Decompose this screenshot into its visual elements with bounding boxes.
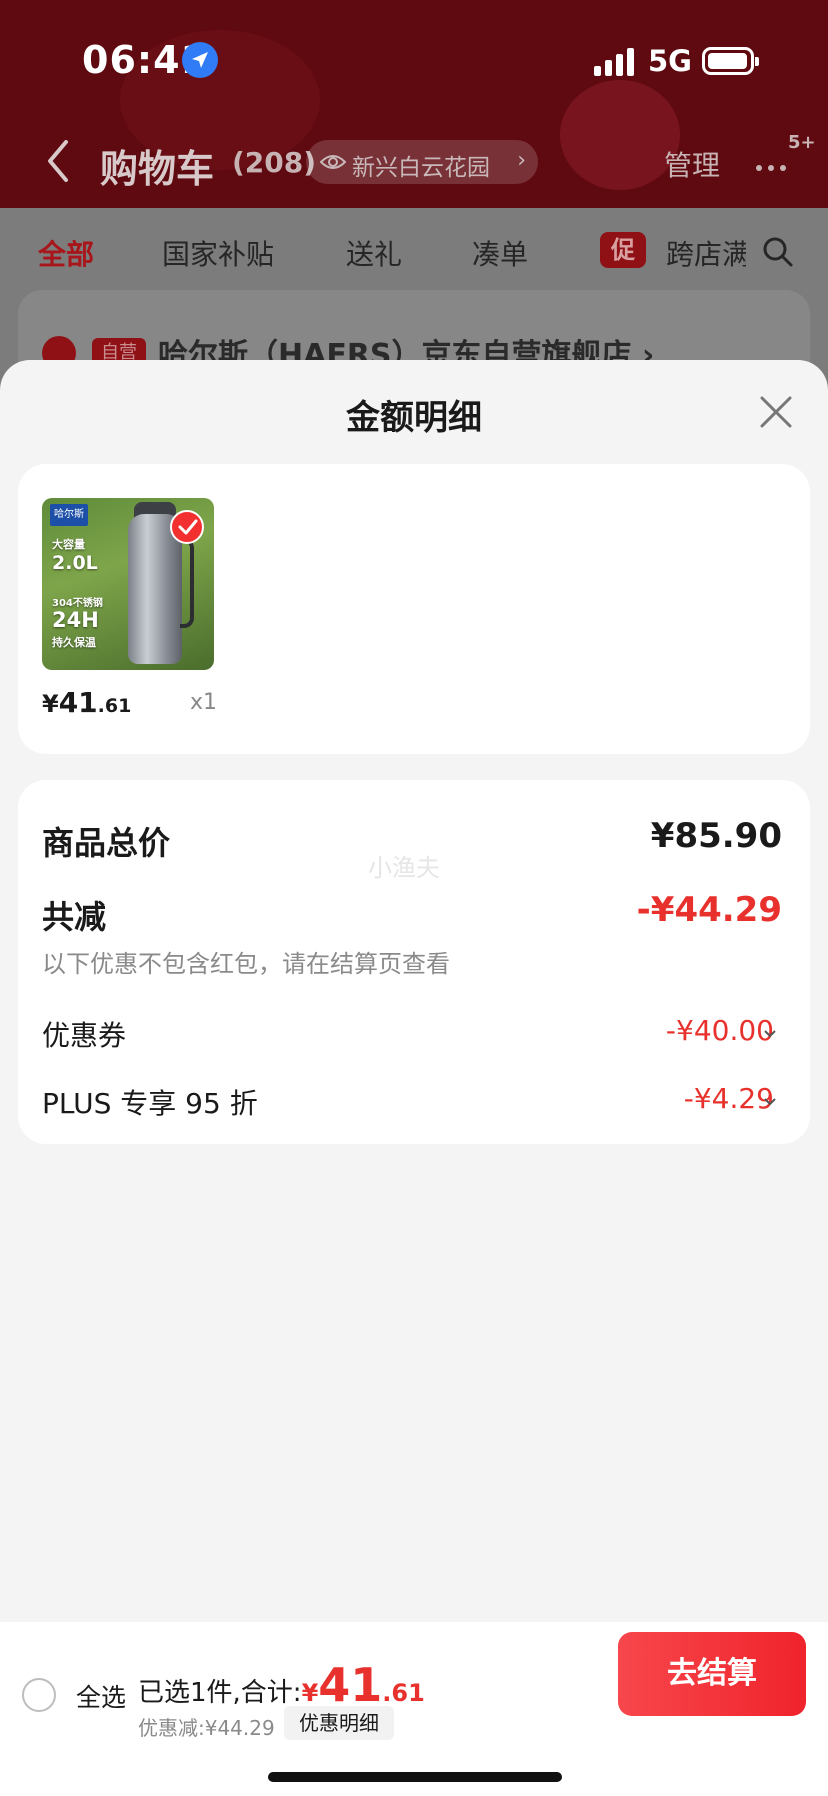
bottle-handle xyxy=(180,538,194,628)
total-reduction-label: 共减 xyxy=(42,898,107,936)
material-label: 304不锈钢 xyxy=(52,598,103,609)
product-image[interactable]: 哈尔斯 大容量 2.0L 304不锈钢 24H 持久保温 xyxy=(42,498,214,670)
discount-detail-button[interactable]: 优惠明细 xyxy=(284,1706,394,1740)
plus-discount-label: PLUS 专享 95 折 xyxy=(42,1087,258,1120)
checkout-button[interactable]: 去结算 xyxy=(618,1632,806,1716)
location-arrow-icon xyxy=(182,42,218,78)
select-all-label[interactable]: 全选 xyxy=(76,1678,126,1714)
amount-detail-sheet: 金额明细 哈尔斯 大容量 2.0L 304不锈钢 24H 持久保温 ¥41.61… xyxy=(0,360,828,1622)
product-price: ¥41.61 xyxy=(42,686,132,719)
tab-bundle[interactable]: 凑单 xyxy=(472,233,528,273)
chevron-down-icon[interactable] xyxy=(764,1030,776,1038)
network-label: 5G xyxy=(648,44,692,78)
total-price-label: 商品总价 xyxy=(42,824,171,862)
tab-all[interactable]: 全部 xyxy=(38,233,94,273)
chevron-right-icon: › xyxy=(517,148,526,173)
promo-tag: 促 xyxy=(600,232,646,268)
price-summary-card: 小渔夫 商品总价 ¥85.90 共减 -¥44.29 以下优惠不包含红包，请在结… xyxy=(18,780,810,1144)
tab-cross-store[interactable]: 跨店满 xyxy=(666,233,746,273)
more-icon[interactable] xyxy=(756,156,792,175)
page-title: 购物车 xyxy=(100,147,215,191)
signal-icon xyxy=(594,48,636,76)
checkmark-icon xyxy=(170,510,204,544)
capacity-value: 2.0L xyxy=(52,552,98,574)
watermark: 小渔夫 xyxy=(368,854,440,882)
total-price-value: ¥85.90 xyxy=(650,816,782,856)
hours-value: 24H xyxy=(52,608,99,632)
select-all-checkbox[interactable] xyxy=(22,1678,56,1712)
sheet-title: 金额明细 xyxy=(346,398,482,438)
message-badge: 5+ xyxy=(788,132,816,153)
search-icon[interactable] xyxy=(762,236,794,268)
cart-header: 06:41 5G 购物车 (208) 新兴白云花园 › 管理 5+ xyxy=(0,0,828,208)
back-arrow-icon[interactable] xyxy=(40,136,76,186)
selected-count-text: 已选1件,合计: xyxy=(138,1678,302,1708)
location-chip[interactable]: 新兴白云花园 › xyxy=(306,140,538,184)
discount-amount: 优惠减:¥44.29 xyxy=(138,1716,275,1740)
cart-count: (208) xyxy=(232,146,317,179)
coupon-value[interactable]: -¥40.00 xyxy=(666,1014,774,1047)
tab-national-subsidy[interactable]: 国家补贴 xyxy=(162,233,274,273)
close-icon[interactable] xyxy=(756,392,796,432)
brand-logo: 哈尔斯 xyxy=(50,504,88,526)
eye-icon xyxy=(320,155,346,169)
plus-discount-value[interactable]: -¥4.29 xyxy=(684,1082,774,1115)
reduction-note: 以下优惠不包含红包，请在结算页查看 xyxy=(42,950,450,978)
tab-gift[interactable]: 送礼 xyxy=(346,233,402,273)
checkout-bar: 全选 已选1件,合计:¥41.61 优惠减:¥44.29 优惠明细 去结算 xyxy=(0,1622,828,1796)
capacity-label: 大容量 xyxy=(52,538,85,551)
status-bar: 06:41 5G xyxy=(0,0,828,120)
keep-warm-label: 持久保温 xyxy=(52,636,96,649)
product-card: 哈尔斯 大容量 2.0L 304不锈钢 24H 持久保温 ¥41.61 x1 xyxy=(18,464,810,754)
total-reduction-value: -¥44.29 xyxy=(636,890,782,930)
location-label: 新兴白云花园 xyxy=(352,155,490,181)
home-indicator xyxy=(268,1772,562,1782)
sum-total: 41 xyxy=(318,1658,383,1712)
coupon-label: 优惠券 xyxy=(42,1019,127,1052)
battery-icon xyxy=(702,47,759,75)
selected-summary: 已选1件,合计:¥41.61 xyxy=(138,1658,425,1712)
manage-button[interactable]: 管理 xyxy=(664,144,720,184)
chevron-down-icon[interactable] xyxy=(764,1098,776,1106)
product-quantity: x1 xyxy=(190,690,218,715)
